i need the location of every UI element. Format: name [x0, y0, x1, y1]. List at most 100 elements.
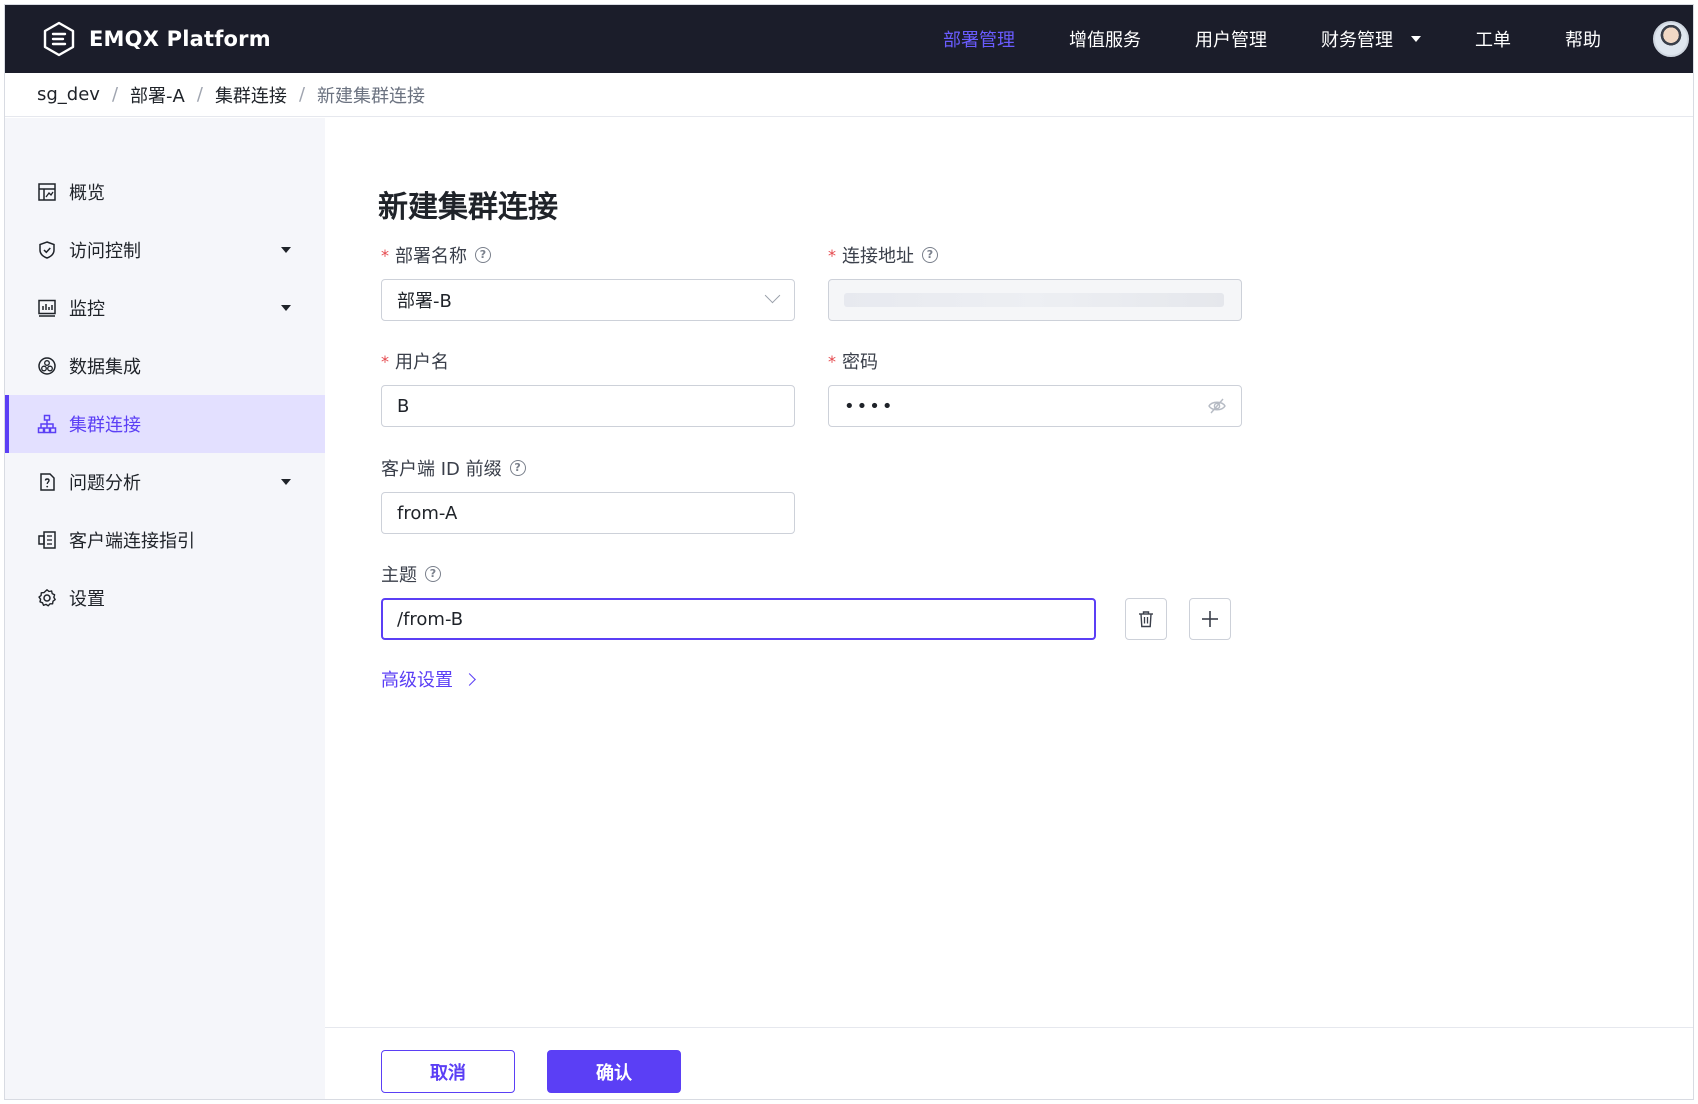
deployment-label: * 部署名称? — [381, 242, 491, 268]
brand[interactable]: EMQX Platform — [41, 21, 271, 57]
required-mark: * — [381, 245, 389, 265]
breadcrumb-separator: / — [111, 84, 119, 105]
help-icon[interactable]: ? — [922, 247, 938, 263]
nav-label: 用户管理 — [1195, 30, 1267, 51]
caret-down-icon — [281, 479, 291, 485]
sidebar-item-label: 监控 — [69, 299, 105, 320]
app-window: EMQX Platform 部署管理 增值服务 用户管理 财务管理 工单 帮助 … — [4, 4, 1694, 1100]
caret-down-icon — [1411, 36, 1421, 42]
breadcrumb-project[interactable]: sg_dev — [37, 84, 100, 105]
plus-icon — [1202, 611, 1218, 627]
chevron-right-icon — [463, 672, 476, 686]
footer-divider — [325, 1027, 1693, 1028]
client-prefix-input[interactable]: from-A — [381, 492, 795, 534]
password-input-value: •••• — [844, 395, 895, 417]
address-label: * 连接地址? — [828, 242, 938, 268]
caret-down-icon — [281, 305, 291, 311]
password-input[interactable]: •••• — [828, 385, 1242, 427]
cancel-button[interactable]: 取消 — [381, 1050, 515, 1093]
trash-icon — [1139, 611, 1153, 628]
password-label: * 密码 — [828, 348, 878, 374]
chevron-down-icon — [764, 287, 781, 304]
sidebar-item-label: 访问控制 — [69, 241, 141, 262]
sidebar-item-label: 客户端连接指引 — [69, 531, 195, 552]
confirm-button[interactable]: 确认 — [547, 1050, 681, 1093]
breadcrumb-deployment[interactable]: 部署-A — [130, 82, 185, 108]
monitor-chart-icon — [37, 298, 57, 318]
nav-label: 财务管理 — [1321, 30, 1393, 51]
sidebar-item-label: 问题分析 — [69, 473, 141, 494]
eye-off-icon[interactable] — [1207, 397, 1227, 420]
nav-label: 部署管理 — [943, 30, 1015, 51]
nav-label: 工单 — [1475, 30, 1511, 51]
advanced-settings-link[interactable]: 高级设置 — [381, 666, 476, 692]
delete-topic-button[interactable] — [1125, 598, 1167, 640]
breadcrumb-separator: / — [196, 84, 203, 105]
data-integration-icon — [37, 356, 57, 376]
sidebar-item-label: 设置 — [69, 589, 105, 610]
sidebar-item-cluster-link[interactable]: 集群连接 — [5, 395, 325, 453]
cancel-button-label: 取消 — [430, 1062, 466, 1084]
nav-deployments[interactable]: 部署管理 — [943, 26, 1015, 52]
sidebar-item-access-control[interactable]: 访问控制 — [5, 221, 325, 279]
overview-icon — [37, 182, 57, 202]
address-input[interactable] — [828, 279, 1242, 321]
sidebar-item-label: 概览 — [69, 183, 105, 204]
help-icon[interactable]: ? — [509, 460, 526, 476]
top-navbar: EMQX Platform 部署管理 增值服务 用户管理 财务管理 工单 帮助 — [5, 5, 1693, 73]
topic-input-value: /from-B — [397, 608, 464, 630]
sidebar-item-label: 集群连接 — [69, 415, 141, 436]
avatar[interactable] — [1653, 21, 1689, 57]
help-icon[interactable]: ? — [475, 247, 491, 263]
gear-icon — [37, 588, 57, 608]
advanced-settings-label: 高级设置 — [381, 670, 453, 691]
deployment-label-text: 部署名称 — [395, 246, 467, 267]
sidebar-item-monitoring[interactable]: 监控 — [5, 279, 325, 337]
main-nav: 部署管理 增值服务 用户管理 财务管理 工单 帮助 — [943, 5, 1693, 73]
page-title: 新建集群连接 — [378, 190, 558, 225]
nav-value-added[interactable]: 增值服务 — [1069, 26, 1141, 52]
emqx-logo-icon — [43, 21, 75, 57]
breadcrumb: sg_dev / 部署-A / 集群连接 / 新建集群连接 — [5, 73, 1693, 117]
cluster-link-icon — [37, 414, 57, 434]
topic-input[interactable]: /from-B — [381, 598, 1096, 640]
add-topic-button[interactable] — [1189, 598, 1231, 640]
breadcrumb-current: 新建集群连接 — [317, 85, 426, 107]
redacted-address — [844, 293, 1224, 307]
nav-tickets[interactable]: 工单 — [1475, 26, 1511, 52]
client-prefix-input-value: from-A — [397, 502, 458, 524]
client-guide-icon — [37, 530, 57, 550]
sidebar-item-issue-analysis[interactable]: 问题分析 — [5, 453, 325, 511]
required-mark: * — [828, 245, 836, 265]
main-content: 新建集群连接 * 部署名称? 部署-B * 连接地址? * 用户名 B * 密码 •••… — [325, 118, 1693, 1099]
username-input[interactable]: B — [381, 385, 795, 427]
deployment-select[interactable]: 部署-B — [381, 279, 795, 321]
sidebar-item-settings[interactable]: 设置 — [5, 569, 325, 627]
topic-label-text: 主题 — [381, 565, 417, 586]
client-prefix-label: 客户端 ID 前缀? — [381, 455, 526, 481]
issue-analysis-icon — [37, 472, 57, 492]
required-mark: * — [828, 351, 836, 371]
username-label: * 用户名 — [381, 348, 449, 374]
sidebar-item-data-integration[interactable]: 数据集成 — [5, 337, 325, 395]
deployment-select-value: 部署-B — [397, 291, 452, 312]
breadcrumb-cluster-link[interactable]: 集群连接 — [215, 82, 287, 108]
sidebar: 概览 访问控制 监控 数据集成 集群连接 问题分析 客户端连接指引 设置 — [5, 118, 325, 1099]
username-label-text: 用户名 — [395, 352, 449, 373]
app-name: EMQX Platform — [89, 27, 271, 51]
nav-help[interactable]: 帮助 — [1565, 26, 1601, 52]
nav-users[interactable]: 用户管理 — [1195, 26, 1267, 52]
breadcrumb-separator: / — [298, 84, 306, 105]
help-icon[interactable]: ? — [425, 566, 441, 582]
address-label-text: 连接地址 — [842, 246, 914, 267]
nav-label: 帮助 — [1565, 30, 1601, 51]
client-prefix-label-text: 客户端 ID 前缀 — [381, 459, 502, 480]
nav-finance[interactable]: 财务管理 — [1321, 26, 1421, 52]
sidebar-item-label: 数据集成 — [69, 357, 141, 378]
shield-icon — [37, 240, 57, 260]
topic-label: 主题? — [381, 561, 441, 587]
sidebar-item-overview[interactable]: 概览 — [5, 163, 325, 221]
sidebar-item-client-guide[interactable]: 客户端连接指引 — [5, 511, 325, 569]
confirm-button-label: 确认 — [596, 1062, 632, 1084]
username-input-value: B — [397, 395, 410, 417]
